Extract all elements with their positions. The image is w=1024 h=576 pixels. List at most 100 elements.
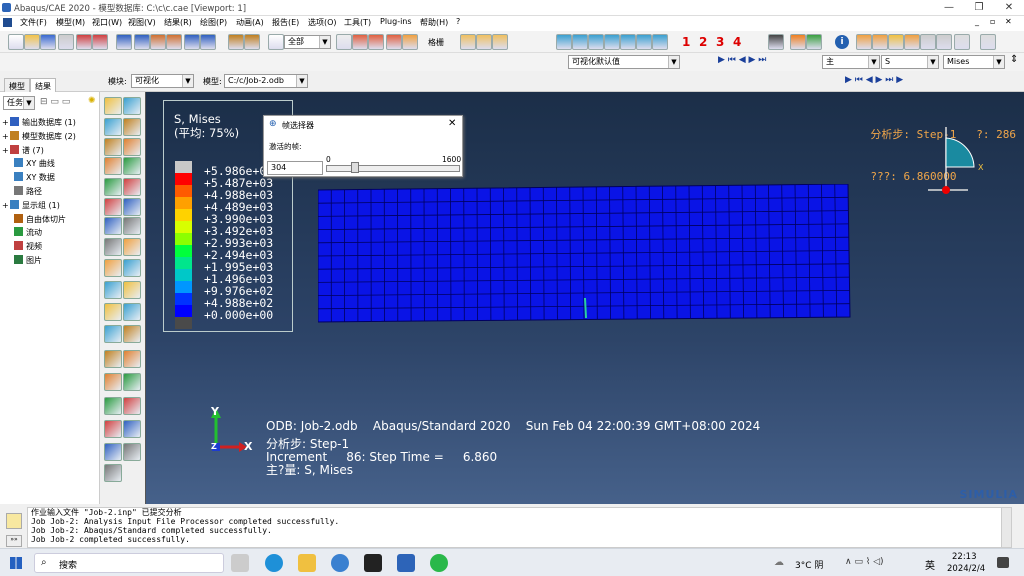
redo-icon[interactable] [936,34,952,50]
explorer-icon[interactable] [298,554,316,572]
tool-icon-r13-c1[interactable] [123,373,141,391]
tree-item[interactable]: XY 曲线 [2,157,76,171]
tree-item[interactable]: 路径 [2,185,76,199]
tray-icons[interactable]: ∧ ▭ ⌇ ◁) [845,557,884,567]
tool-icon-r16-c1[interactable] [123,443,141,461]
tool-icon-r4-c0[interactable] [104,178,122,196]
view-5-icon[interactable] [402,34,418,50]
mdi-close-icon[interactable]: ✕ [1005,17,1012,26]
tool-icon-r14-c0[interactable] [104,397,122,415]
first-frame-button[interactable]: ▶ ⏮ ◀ ▶ ⏭ [718,55,766,65]
menu-item-4[interactable]: 结果(R) [164,17,192,28]
menu-item-10[interactable]: Plug-ins [380,17,412,26]
mdi-minimize-icon[interactable]: _ [975,17,979,26]
xy-2-icon[interactable] [572,34,588,50]
tool-icon-r6-c0[interactable] [104,217,122,235]
tool-icon-r4-c1[interactable] [123,178,141,196]
tool-icon-r13-c0[interactable] [104,373,122,391]
view-4-icon[interactable] [386,34,402,50]
tree-item[interactable]: + 模型数据库 (2) [2,130,76,144]
front-view-icon[interactable] [476,34,492,50]
tool-icon-r11-c0[interactable] [104,325,122,343]
app-icon-blue[interactable] [331,554,349,572]
variable-select[interactable]: S ▼ [881,55,939,69]
tree-item[interactable]: XY 数据 [2,171,76,185]
menu-item-9[interactable]: 工具(T) [344,17,371,28]
pan-icon[interactable] [116,34,132,50]
frame-slider-thumb[interactable] [351,162,360,173]
tool-icon-r5-c0[interactable] [104,198,122,216]
tool-icon-r0-c0[interactable] [104,97,122,115]
tree-expander[interactable]: + [2,199,10,212]
menu-item-0[interactable]: 文件(F) [20,17,47,28]
menu-item-7[interactable]: 报告(E) [272,17,299,28]
frame-selector-dialog[interactable]: ⊕ 帧选择器 ✕ 激活的帧: 304 0 1600 [263,115,463,177]
menu-item-2[interactable]: 视口(W) [92,17,122,28]
tool-icon-r6-c1[interactable] [123,217,141,235]
render-1-icon[interactable] [856,34,872,50]
tool-icon-r1-c1[interactable] [123,118,141,136]
render-4-icon[interactable] [904,34,920,50]
tool-icon-r10-c0[interactable] [104,303,122,321]
export-icon[interactable] [92,34,108,50]
xy-3-icon[interactable] [588,34,604,50]
tool-icon-r11-c1[interactable] [123,325,141,343]
auto-fit-icon[interactable] [184,34,200,50]
xy-4-icon[interactable] [604,34,620,50]
tab-results[interactable]: 结果 [30,78,56,92]
tree-item[interactable]: 流动 [2,226,76,240]
tool-icon-r0-c1[interactable] [123,97,141,115]
abaqus-taskbar-icon[interactable] [397,554,415,572]
tree-item[interactable]: + 显示组 (1) [2,199,76,213]
view-default-select[interactable]: 可视化默认值 ▼ [568,55,680,69]
xy-7-icon[interactable] [652,34,668,50]
close-window-button[interactable]: ✕ [994,0,1024,16]
tool-icon-r8-c0[interactable] [104,259,122,277]
menu-app-icon[interactable] [3,18,12,27]
shading-icon[interactable] [790,34,806,50]
input-language[interactable]: 英 [925,557,935,572]
magnify-icon[interactable] [150,34,166,50]
tree-item[interactable]: 图片 [2,254,76,268]
frame-slider-track[interactable] [326,165,460,172]
model-select[interactable]: C:/c/Job-2.odb ▼ [224,74,308,88]
message-scrollbar[interactable] [1001,508,1011,547]
step-2-button[interactable]: 2 [699,35,707,49]
top-view-icon[interactable] [492,34,508,50]
open-icon[interactable] [24,34,40,50]
tool-icon-r8-c1[interactable] [123,259,141,277]
tool-icon-r5-c1[interactable] [123,198,141,216]
tree-filter-icon[interactable]: ⊟ ▭ ▭ [40,97,70,107]
tab-model[interactable]: 模型 [4,78,30,92]
xy-5-icon[interactable] [620,34,636,50]
tool-icon-r16-c0[interactable] [104,443,122,461]
task-view-icon[interactable] [231,554,249,572]
save-icon[interactable] [40,34,56,50]
import-icon[interactable] [76,34,92,50]
tool-icon-r2-c0[interactable] [104,138,122,156]
tool-icon-r12-c0[interactable] [104,350,122,368]
wechat-icon[interactable] [430,554,448,572]
render-3-icon[interactable] [888,34,904,50]
tree-item[interactable]: + 谱 (7) [2,144,76,158]
view-1-icon[interactable] [336,34,352,50]
tool-icon-r1-c0[interactable] [104,118,122,136]
tool-icon-r3-c1[interactable] [123,157,141,175]
plot-state-icon[interactable] [228,34,244,50]
python-console-icon[interactable]: »» [6,535,22,547]
module-select[interactable]: 可视化 ▼ [131,74,194,88]
selection-filter-select[interactable]: 全部 ▼ [284,35,331,49]
query-icon[interactable] [954,34,970,50]
tool-icon-r12-c1[interactable] [123,350,141,368]
menu-item-6[interactable]: 动画(A) [236,17,264,28]
clock-date[interactable]: 2024/2/4 [947,564,985,574]
edge-icon[interactable] [265,554,283,572]
xy-6-icon[interactable] [636,34,652,50]
tree-expander[interactable]: + [2,116,10,129]
minimize-button[interactable]: — [934,0,964,16]
tool-icon-r7-c1[interactable] [123,238,141,256]
step-3-button[interactable]: 3 [716,35,724,49]
tree-item[interactable]: 自由体切片 [2,213,76,227]
task-select[interactable]: 任务数 ▼ [3,96,35,110]
playback-controls[interactable]: ▶ ⏮ ◀ ▶ ⏭ ▶ [845,75,903,85]
